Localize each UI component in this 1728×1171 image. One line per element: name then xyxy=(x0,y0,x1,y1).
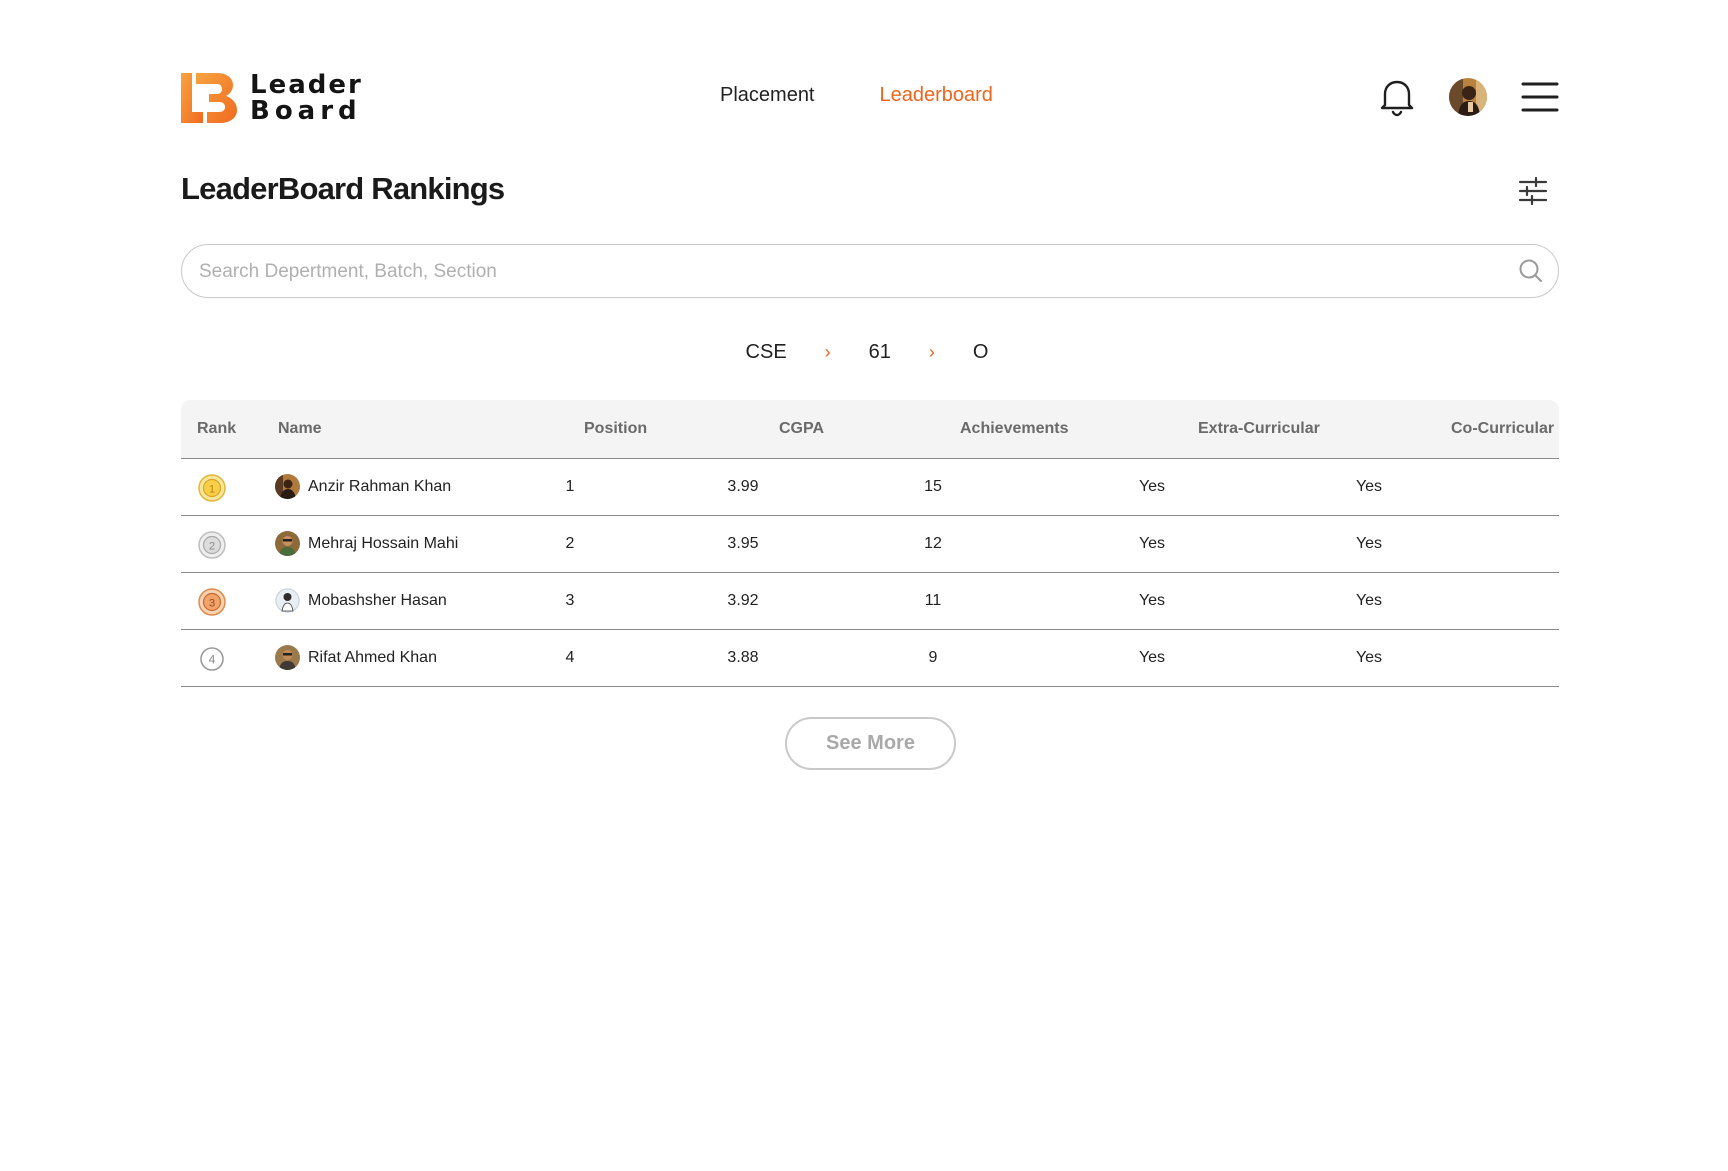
student-name-cell: Mobashsher Hasan xyxy=(275,588,447,613)
svg-text:2: 2 xyxy=(209,541,215,553)
student-name-cell: Anzir Rahman Khan xyxy=(275,474,451,499)
col-name[interactable]: Name xyxy=(278,420,322,438)
col-rank[interactable]: Rank xyxy=(197,420,236,438)
breadcrumb: CSE › 61 › O xyxy=(0,341,1728,364)
bronze-medal-icon: 3 xyxy=(198,588,226,616)
co-curricular-cell: Yes xyxy=(1355,535,1383,552)
position-cell: 3 xyxy=(565,592,575,609)
avatar xyxy=(275,474,300,499)
co-curricular-cell: Yes xyxy=(1355,649,1383,666)
breadcrumb-section[interactable]: O xyxy=(973,341,989,364)
leaderboard-table: Rank Name Position CGPA Achievements Ext… xyxy=(181,400,1559,687)
search-icon[interactable] xyxy=(1518,258,1544,284)
table-row[interactable]: 2 Mehraj Hossain Mahi 2 3.95 12 Yes Yes xyxy=(181,516,1559,573)
student-name-cell: Rifat Ahmed Khan xyxy=(275,645,437,670)
search-input[interactable] xyxy=(197,245,1501,299)
cgpa-cell: 3.95 xyxy=(727,535,759,552)
filter-sliders-icon[interactable] xyxy=(1518,176,1548,206)
achievements-cell: 11 xyxy=(924,592,942,609)
table-row[interactable]: 1 Anzir Rahman Khan 1 3.99 15 Yes Yes xyxy=(181,459,1559,516)
position-cell: 1 xyxy=(565,478,575,495)
student-name-cell: Mehraj Hossain Mahi xyxy=(275,531,458,556)
header-actions xyxy=(1377,76,1559,118)
position-cell: 4 xyxy=(565,649,575,666)
svg-text:3: 3 xyxy=(209,598,215,610)
bell-icon[interactable] xyxy=(1377,76,1417,118)
logo-line-2: Board xyxy=(250,96,362,126)
table-row[interactable]: 3 Mobashsher Hasan 3 3.92 11 Yes Yes xyxy=(181,573,1559,630)
col-co-curricular[interactable]: Co-Curricular xyxy=(1451,420,1554,438)
main-nav: Placement Leaderboard xyxy=(720,84,993,107)
student-name[interactable]: Mehraj Hossain Mahi xyxy=(308,535,458,553)
col-cgpa[interactable]: CGPA xyxy=(779,420,824,438)
cgpa-cell: 3.99 xyxy=(727,478,759,495)
see-more-button[interactable]: See More xyxy=(785,717,956,770)
logo-mark-icon xyxy=(181,73,237,123)
logo-wordmark: Leader Board xyxy=(250,72,363,124)
avatar[interactable] xyxy=(1449,78,1487,116)
extra-curricular-cell: Yes xyxy=(1138,592,1166,609)
page: Leader Board Placement Leaderboard Leade… xyxy=(0,0,1728,1171)
logo-line-1: Leader xyxy=(250,70,363,100)
table-row[interactable]: 4 Rifat Ahmed Khan 4 3.88 9 Yes Yes xyxy=(181,630,1559,687)
col-achievements[interactable]: Achievements xyxy=(960,420,1069,438)
page-title: LeaderBoard Rankings xyxy=(181,171,505,206)
hamburger-menu-icon[interactable] xyxy=(1521,80,1559,114)
brand-logo[interactable]: Leader Board xyxy=(181,72,363,124)
search-bar xyxy=(181,244,1559,299)
achievements-cell: 12 xyxy=(924,535,942,552)
avatar xyxy=(275,645,300,670)
achievements-cell: 15 xyxy=(924,478,942,495)
breadcrumb-department[interactable]: CSE xyxy=(746,341,787,364)
col-position[interactable]: Position xyxy=(584,420,647,438)
student-name[interactable]: Anzir Rahman Khan xyxy=(308,478,451,496)
extra-curricular-cell: Yes xyxy=(1138,535,1166,552)
chevron-right-icon: › xyxy=(928,342,935,362)
gold-medal-icon: 1 xyxy=(198,474,226,502)
cgpa-cell: 3.88 xyxy=(727,649,759,666)
avatar xyxy=(275,588,300,613)
co-curricular-cell: Yes xyxy=(1355,478,1383,495)
nav-placement[interactable]: Placement xyxy=(720,84,815,107)
silver-medal-icon: 2 xyxy=(198,531,226,559)
extra-curricular-cell: Yes xyxy=(1138,649,1166,666)
table-header: Rank Name Position CGPA Achievements Ext… xyxy=(181,400,1559,459)
svg-text:1: 1 xyxy=(209,484,215,496)
breadcrumb-batch[interactable]: 61 xyxy=(869,341,891,364)
student-name[interactable]: Mobashsher Hasan xyxy=(308,592,447,610)
position-cell: 2 xyxy=(565,535,575,552)
rank-badge-icon: 4 xyxy=(200,647,224,671)
co-curricular-cell: Yes xyxy=(1355,592,1383,609)
top-header: Leader Board Placement Leaderboard xyxy=(181,68,1559,128)
col-extra-curricular[interactable]: Extra-Curricular xyxy=(1198,420,1320,438)
chevron-right-icon: › xyxy=(824,342,831,362)
extra-curricular-cell: Yes xyxy=(1138,478,1166,495)
cgpa-cell: 3.92 xyxy=(727,592,759,609)
svg-text:4: 4 xyxy=(209,653,216,667)
nav-leaderboard[interactable]: Leaderboard xyxy=(880,84,993,107)
avatar xyxy=(275,531,300,556)
student-name[interactable]: Rifat Ahmed Khan xyxy=(308,649,437,667)
achievements-cell: 9 xyxy=(928,649,938,666)
